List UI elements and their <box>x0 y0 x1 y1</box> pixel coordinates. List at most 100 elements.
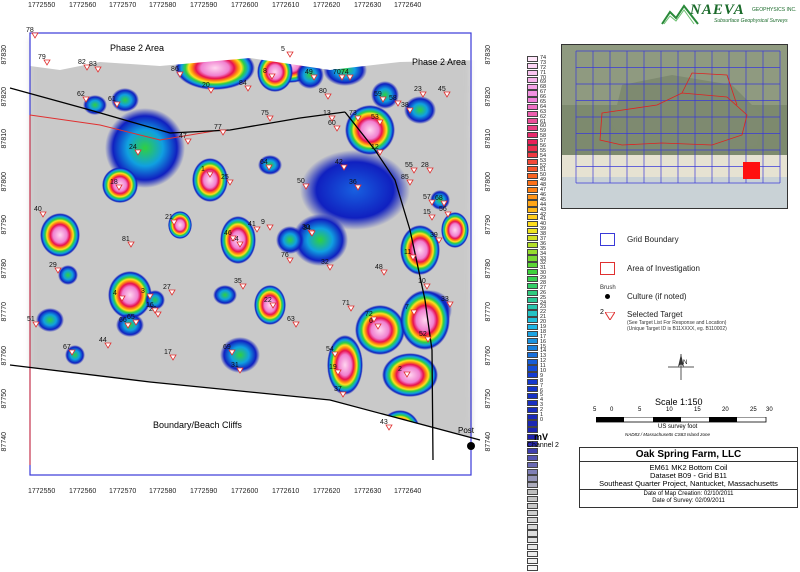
colorbar-swatch <box>527 97 538 104</box>
colorbar-swatch <box>527 537 538 544</box>
target-label: 13 <box>323 110 331 117</box>
target-label: 15 <box>423 209 431 216</box>
anomaly-blob <box>40 213 80 257</box>
target-label: 2 <box>398 366 402 373</box>
target-label: 79 <box>38 54 46 61</box>
area-investigation-swatch <box>600 262 615 275</box>
colorbar-swatch <box>527 516 538 523</box>
target-label: 64 <box>260 159 268 166</box>
y-tick-label: 87820 <box>485 87 492 107</box>
target-label: 62 <box>77 91 85 98</box>
title-client: Oak Spring Farm, LLC <box>580 448 797 462</box>
y-axis-left: 87830 87820 87810 87800 87790 87780 87770 87760… <box>0 0 12 509</box>
target-label: 38 <box>401 102 409 109</box>
target-label: 68 <box>435 195 443 202</box>
scale-tick-label: 15 <box>694 407 701 413</box>
target-label: 61 <box>108 96 116 103</box>
colorbar-swatch <box>527 310 538 317</box>
y-tick-label: 87780 <box>485 259 492 279</box>
target-label: 53 <box>371 114 379 121</box>
legend-culture: Culture (if noted) <box>627 292 687 301</box>
colorbar-swatch <box>527 207 538 214</box>
colorbar-swatch <box>527 248 538 255</box>
target-label: 72 <box>365 311 373 318</box>
x-tick-label: 1772640 <box>394 2 422 9</box>
target-label: 66 <box>119 317 127 324</box>
colorbar-swatch <box>527 509 538 516</box>
x-tick-label: 1772630 <box>354 2 382 9</box>
grid-boundary-swatch <box>600 233 615 246</box>
target-label: 83 <box>89 61 97 68</box>
y-tick-label: 87750 <box>1 389 8 409</box>
target-label: 48 <box>375 264 383 271</box>
title-date-survey: Date of Survey: 02/09/2011 <box>652 498 725 504</box>
x-tick-label: 1772570 <box>109 2 137 9</box>
target-label: 71 <box>342 300 350 307</box>
target-label: 10 <box>418 278 426 285</box>
title-line3: Southeast Quarter Project, Nantucket, Ma… <box>580 480 797 490</box>
scale-datum: NAD83 / Massachusetts CS83 Island zone <box>625 432 711 437</box>
y-tick-label: 87810 <box>1 129 8 149</box>
target-label: 49 <box>305 69 313 76</box>
x-tick-label: 1772620 <box>313 488 341 495</box>
target-label: 39 <box>430 232 438 239</box>
colorbar-swatches <box>527 56 538 572</box>
colorbar-swatch <box>527 83 538 90</box>
colorbar-swatch <box>527 227 538 235</box>
y-tick-label: 87750 <box>485 389 492 409</box>
colorbar-swatch <box>527 399 538 406</box>
colorbar-swatch <box>527 241 538 248</box>
colorbar-swatch <box>527 523 538 530</box>
x-tick-label: 1772560 <box>69 2 97 9</box>
target-label: 50 <box>297 178 305 185</box>
colorbar-swatch <box>527 475 538 482</box>
colorbar-swatch <box>527 193 538 200</box>
scale-tick-label: 20 <box>722 407 729 413</box>
target-label: 57 <box>423 194 431 201</box>
colorbar-swatch <box>527 551 538 558</box>
target-label: 37 <box>334 386 342 393</box>
x-tick-label: 1772610 <box>272 488 300 495</box>
target-label: 73 <box>349 110 357 117</box>
target-label: 27 <box>163 284 171 291</box>
target-label: 77 <box>214 124 222 131</box>
colorbar-swatch <box>527 234 538 241</box>
target-label: 1 <box>201 166 205 173</box>
colorbar-unit: mV <box>534 432 549 442</box>
area-label-boundary: Boundary/Beach Cliffs <box>153 420 242 430</box>
colorbar-swatch <box>527 117 538 125</box>
target-label: 36 <box>349 179 357 186</box>
target-label: 81 <box>122 236 130 243</box>
x-tick-label: 1772610 <box>272 2 300 9</box>
colorbar-swatch <box>527 138 538 145</box>
svg-text:N: N <box>683 360 687 366</box>
target-label: 25 <box>221 174 229 181</box>
y-tick-label: 87740 <box>485 432 492 452</box>
scale-tick-label: 30 <box>766 407 773 413</box>
legend-selected-note2: (Unique Target ID is B11XXXX, eg. B11000… <box>627 326 727 332</box>
target-label: 19 <box>329 364 337 371</box>
colorbar-swatch <box>527 166 538 173</box>
target-label: 4 <box>113 290 117 297</box>
colorbar-swatch <box>527 406 538 413</box>
target-label: 22 <box>264 297 272 304</box>
scale-ticks: 5 0 5 10 15 20 25 30 <box>590 407 773 417</box>
y-tick-label: 87760 <box>1 346 8 366</box>
x-axis-bottom: 1772550 1772560 1772570 1772580 1772590 17726… <box>0 488 500 498</box>
logo-name: NAEVA <box>690 2 745 18</box>
post-marker <box>467 442 475 450</box>
target-label: 46 <box>224 230 232 237</box>
colorbar-swatch <box>527 530 538 537</box>
logo-suffix: GEOPHYSICS INC. <box>752 7 797 13</box>
x-axis-top: 1772550 1772560 1772570 1772580 1772590 17726… <box>0 2 500 12</box>
target-label: 55 <box>405 162 413 169</box>
colorbar-swatch <box>527 145 538 152</box>
survey-map: 78 79 82 83 86 29 20 84 8 5 49 70 74 62 61 77 47 75 80 59 58… <box>0 0 500 509</box>
target-label: 21 <box>165 214 173 221</box>
x-tick-label: 1772630 <box>354 488 382 495</box>
target-label: 47 <box>179 133 187 140</box>
colorbar-swatch <box>527 262 538 269</box>
colorbar-swatch <box>527 392 538 400</box>
colorbar-swatch <box>527 365 538 372</box>
area-label-phase2-right: Phase 2 Area <box>412 57 467 67</box>
